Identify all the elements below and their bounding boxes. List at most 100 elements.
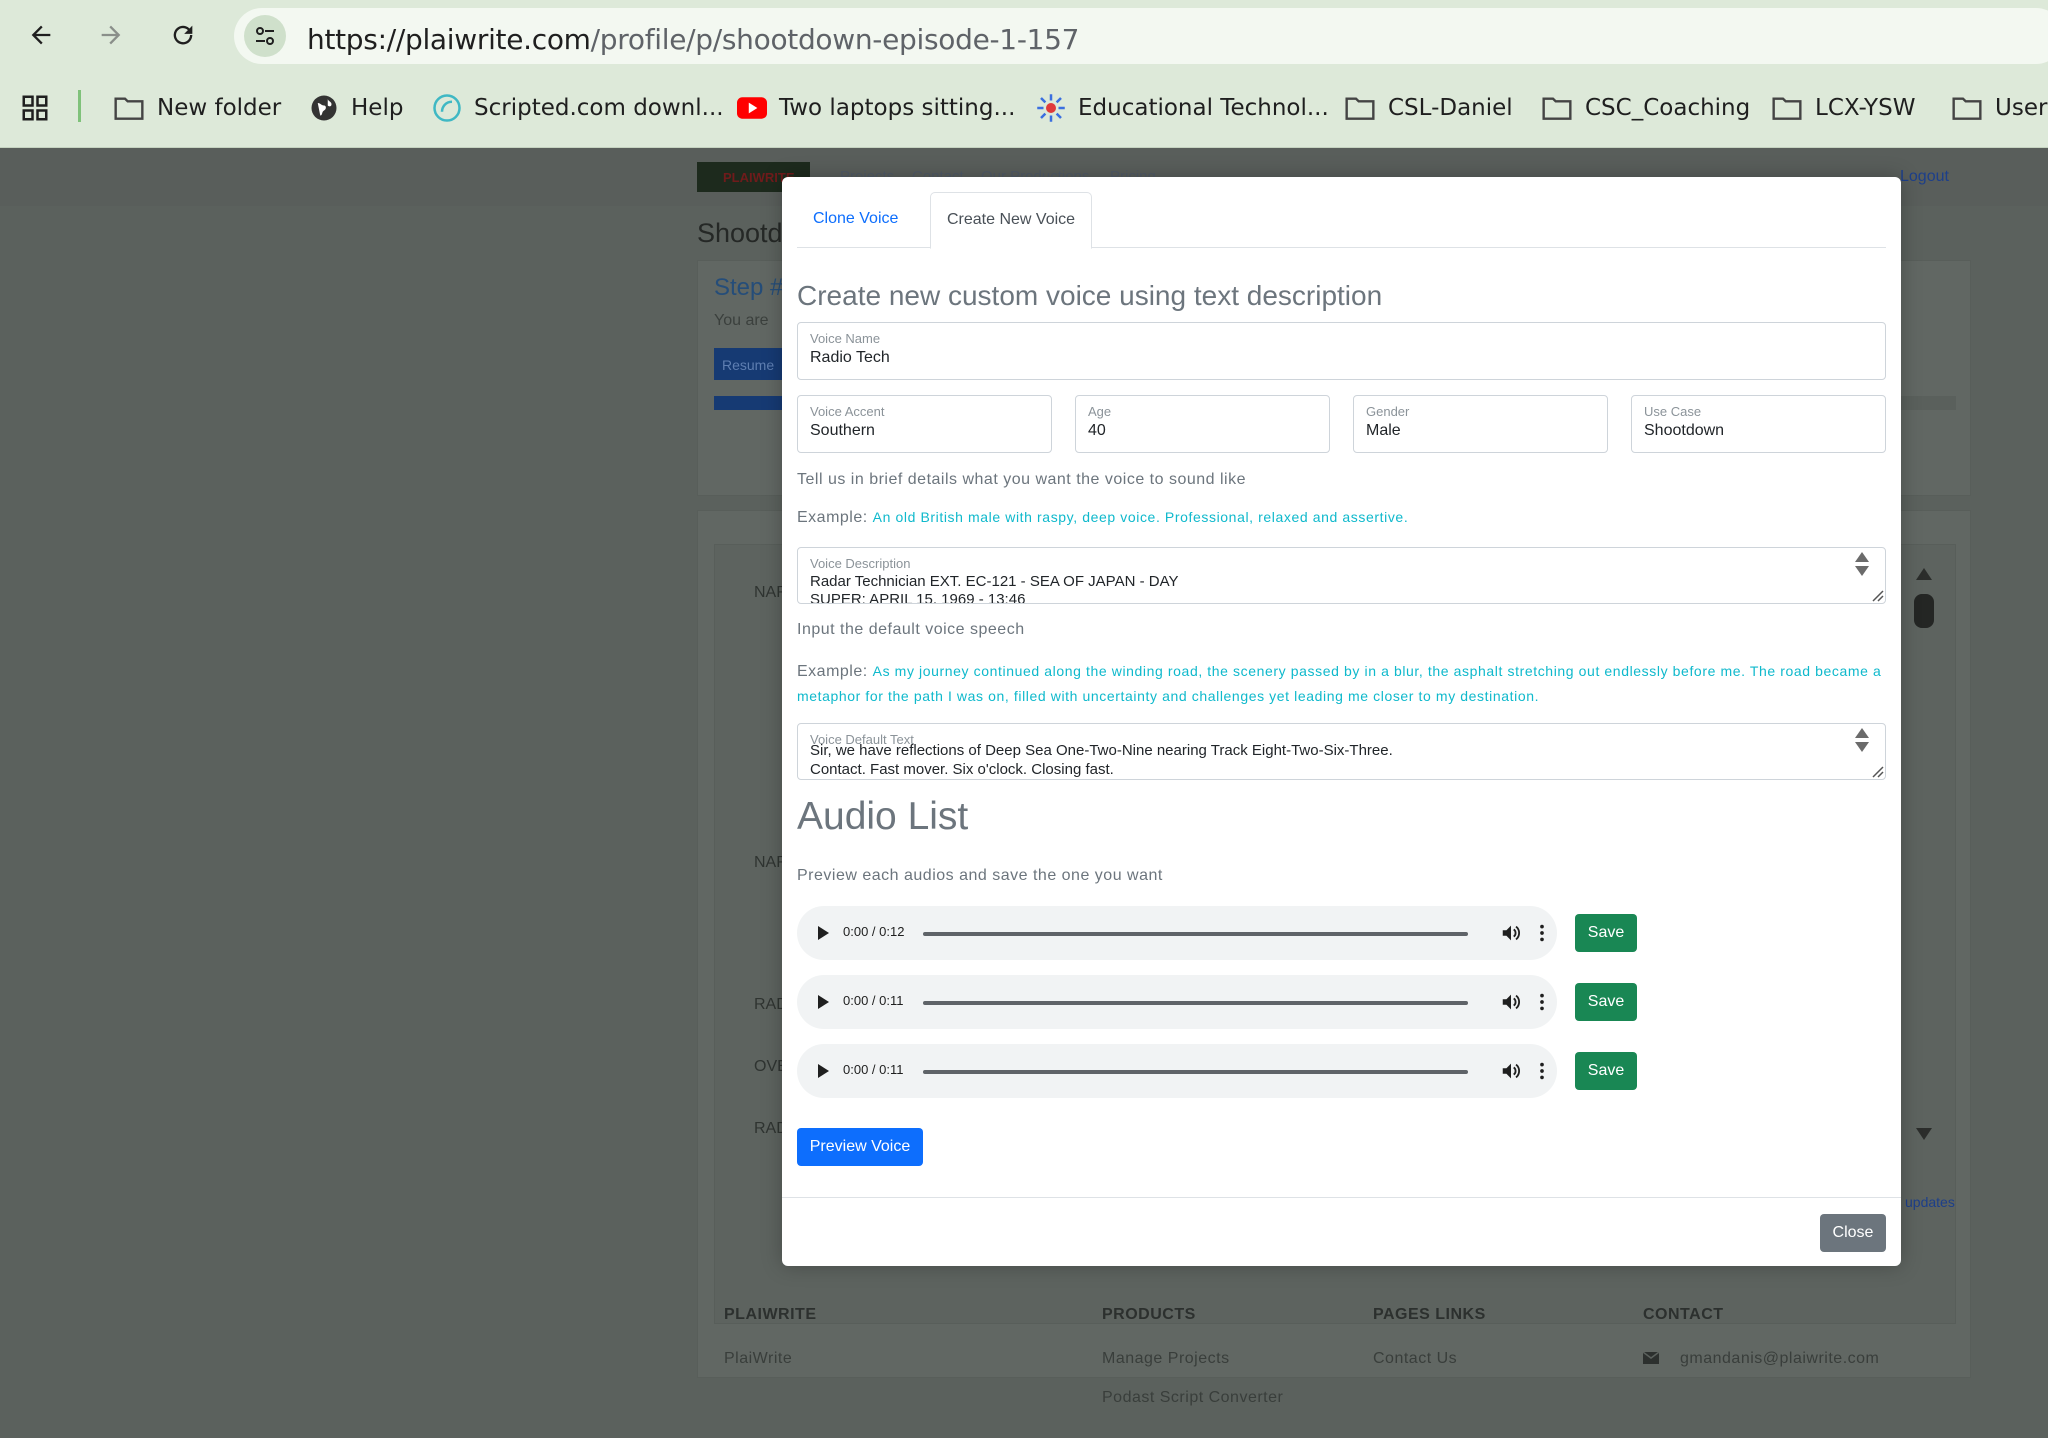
- footer-link-contact-us: Contact Us: [1373, 1350, 1458, 1367]
- folder-icon: [1952, 97, 1982, 120]
- audio-seek-bar[interactable]: [923, 1070, 1468, 1074]
- save-audio-button[interactable]: Save: [1575, 1052, 1637, 1090]
- bookmark-label: Two laptops sitting...: [779, 95, 1016, 121]
- url-path: /profile/p/shootdown-episode-1-157: [590, 23, 1080, 56]
- resize-grip-icon[interactable]: [1867, 761, 1885, 779]
- footer-link-podcast-converter: Podast Script Converter: [1102, 1389, 1284, 1406]
- bookmark-label: Educational Technol...: [1078, 95, 1329, 121]
- scroll-thumb: [1914, 594, 1934, 628]
- folder-icon: [1542, 97, 1572, 120]
- bookmarks-bar: New folder Help Scripted.com downl... Tw…: [0, 70, 2048, 148]
- volume-icon[interactable]: [1500, 922, 1522, 944]
- voice-name-field[interactable]: Voice Name Radio Tech: [797, 322, 1886, 380]
- footer-contact-email: gmandanis@plaiwrite.com: [1680, 1350, 1880, 1367]
- age-field[interactable]: Age 40: [1075, 395, 1330, 453]
- bookmark-csc-coaching[interactable]: CSC_Coaching: [1541, 88, 1750, 128]
- use-case-label: Use Case: [1644, 404, 1702, 419]
- audio-help-text: Preview each audios and save the one you…: [797, 867, 1163, 884]
- bookmark-csl-daniel[interactable]: CSL-Daniel: [1344, 88, 1513, 128]
- forward-button[interactable]: [88, 12, 134, 58]
- bookmark-label: User: [1995, 95, 2048, 121]
- envelope-icon: [1643, 1352, 1659, 1364]
- bookmark-label: New folder: [157, 95, 282, 121]
- footer-heading-plaiwrite: PLAIWRITE: [724, 1306, 817, 1323]
- forward-arrow-icon: [101, 25, 121, 45]
- reload-button[interactable]: [160, 12, 206, 58]
- spin-arrows-icon[interactable]: [1853, 726, 1871, 756]
- footer-heading-contact: CONTACT: [1643, 1306, 1724, 1323]
- gender-field[interactable]: Gender Male: [1353, 395, 1608, 453]
- audio-seek-bar[interactable]: [923, 1001, 1468, 1005]
- updates-link: updates: [1905, 1194, 1955, 1210]
- play-icon[interactable]: [815, 992, 831, 1012]
- audio-time: 0:00 / 0:11: [843, 993, 904, 1008]
- spin-arrows-icon[interactable]: [1853, 550, 1871, 580]
- audio-player[interactable]: 0:00 / 0:12: [797, 906, 1557, 960]
- project-title: Shootd: [697, 218, 783, 248]
- audio-seek-bar[interactable]: [923, 932, 1468, 936]
- browser-toolbar: https://plaiwrite.com/profile/p/shootdow…: [0, 0, 2048, 70]
- bookmark-youtube[interactable]: Two laptops sitting...: [737, 88, 1015, 128]
- step-progress-fill: [714, 396, 784, 410]
- more-options-icon[interactable]: [1531, 1060, 1553, 1082]
- bookmark-label: Scripted.com downl...: [474, 95, 724, 121]
- play-icon[interactable]: [815, 923, 831, 943]
- folder-icon: [1772, 97, 1802, 120]
- tab-create-new-voice[interactable]: Create New Voice: [930, 192, 1093, 249]
- voice-default-text-textarea[interactable]: Voice Default Text Sir, we have reflecti…: [797, 723, 1886, 780]
- preview-voice-button[interactable]: Preview Voice: [797, 1128, 923, 1166]
- gender-value: Male: [1366, 422, 1401, 439]
- more-options-icon[interactable]: [1531, 922, 1553, 944]
- bookmark-edtech[interactable]: Educational Technol...: [1036, 88, 1329, 128]
- voice-name-value: Radio Tech: [810, 349, 890, 366]
- voice-modal: Clone Voice Create New Voice Create new …: [782, 177, 1901, 1266]
- tab-clone-voice[interactable]: Clone Voice: [797, 192, 914, 248]
- folder-icon: [1345, 97, 1375, 120]
- description-example: Example: An old British male with raspy,…: [797, 509, 1408, 527]
- footer-heading-products: PRODUCTS: [1102, 1306, 1196, 1323]
- address-bar[interactable]: https://plaiwrite.com/profile/p/shootdow…: [234, 8, 2048, 64]
- voice-default-text-line: Contact. Fast mover. Six o'clock. Closin…: [810, 761, 1114, 778]
- bookmark-label: CSC_Coaching: [1585, 95, 1751, 121]
- volume-icon[interactable]: [1500, 1060, 1522, 1082]
- resize-grip-icon[interactable]: [1867, 585, 1885, 603]
- close-button[interactable]: Close: [1820, 1214, 1886, 1252]
- scroll-up-icon: [1916, 568, 1932, 580]
- voice-description-label: Voice Description: [810, 556, 911, 571]
- apps-grid-icon: [22, 95, 48, 121]
- audio-player[interactable]: 0:00 / 0:11: [797, 1044, 1557, 1098]
- bookmark-help[interactable]: Help: [309, 88, 403, 128]
- bookmark-lcx-ysw[interactable]: LCX-YSW: [1771, 88, 1915, 128]
- apps-button[interactable]: [20, 88, 62, 128]
- voice-name-label: Voice Name: [810, 331, 881, 346]
- use-case-field[interactable]: Use Case Shootdown: [1631, 395, 1886, 453]
- save-audio-button[interactable]: Save: [1575, 983, 1637, 1021]
- description-help-text: Tell us in brief details what you want t…: [797, 471, 1247, 488]
- bookmark-user[interactable]: User: [1951, 88, 2047, 128]
- footer-link-plaiwrite: PlaiWrite: [724, 1350, 793, 1367]
- voice-tabs: Clone Voice Create New Voice: [797, 192, 1886, 249]
- save-audio-button[interactable]: Save: [1575, 914, 1637, 952]
- more-options-icon[interactable]: [1531, 991, 1553, 1013]
- back-button[interactable]: [18, 12, 64, 58]
- speech-help-text: Input the default voice speech: [797, 621, 1025, 638]
- url-host: https://plaiwrite.com: [307, 23, 591, 56]
- play-icon[interactable]: [815, 1061, 831, 1081]
- voice-accent-value: Southern: [810, 422, 875, 439]
- volume-icon[interactable]: [1500, 991, 1522, 1013]
- example-text: As my journey continued along the windin…: [797, 663, 1882, 704]
- site-info-button[interactable]: [244, 15, 286, 57]
- voice-description-textarea[interactable]: Voice Description Radar Technician EXT. …: [797, 547, 1886, 604]
- bookmark-new-folder[interactable]: New folder: [113, 88, 281, 128]
- audio-player[interactable]: 0:00 / 0:11: [797, 975, 1557, 1029]
- tune-icon: [256, 27, 274, 45]
- youtube-icon: [737, 97, 767, 119]
- bookmark-scripted[interactable]: Scripted.com downl...: [432, 88, 724, 128]
- modal-footer-divider: [782, 1197, 1901, 1198]
- scroll-down-icon: [1916, 1128, 1932, 1140]
- example-prefix: Example:: [797, 663, 868, 680]
- bookmarks-separator: [78, 90, 81, 122]
- voice-description-line: SUPER: APRIL 15, 1969 - 13:46: [810, 591, 1026, 604]
- voice-accent-field[interactable]: Voice Accent Southern: [797, 395, 1052, 453]
- step-heading: Step #: [714, 274, 784, 301]
